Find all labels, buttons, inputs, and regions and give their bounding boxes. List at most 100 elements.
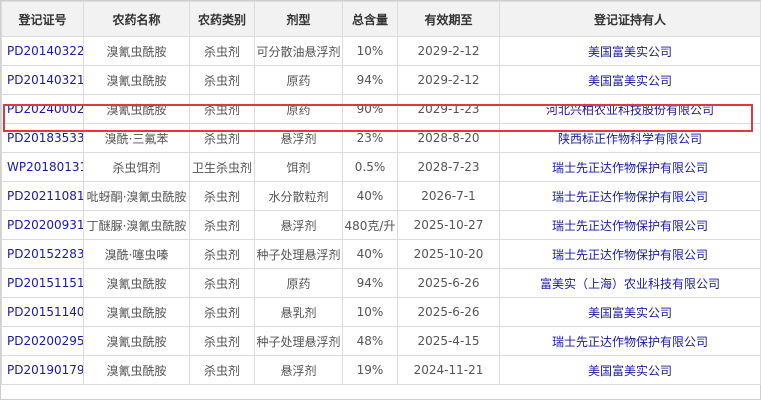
holder-link[interactable]: 美国富美实公司 (588, 364, 672, 378)
table-row-highlighted: PD20240002 溴氰虫酰胺 杀虫剂 原药 90% 2029-1-23 河北兴柏农业科技… (1, 94, 761, 124)
holder-link[interactable]: 瑞士先正达作物保护有限公司 (552, 190, 708, 204)
cell-pesticide-category: 杀虫剂 (189, 326, 255, 356)
registration-number-link[interactable]: WP20180131 (7, 160, 83, 174)
cell-expiry-date: 2029-2-12 (397, 36, 500, 66)
cell-registration-number: PD20152283 (1, 239, 84, 269)
holder-link[interactable]: 瑞士先正达作物保护有限公司 (552, 219, 708, 233)
cell-pesticide-category: 杀虫剂 (189, 355, 255, 385)
registration-number-link[interactable]: PD20200931 (7, 218, 83, 232)
cell-holder: 美国富美实公司 (499, 36, 761, 66)
cell-expiry-date: 2026-7-1 (397, 181, 500, 211)
holder-link[interactable]: 河北兴柏农业科技股份有限公司 (546, 103, 714, 117)
table-row: PD20183533 溴酰·三氟苯 杀虫剂 悬浮剂 23% 2028-8-20 陕西标正作物… (1, 123, 761, 153)
registration-number-link[interactable]: PD20140321 (7, 73, 83, 87)
cell-pesticide-category: 卫生杀虫剂 (189, 152, 255, 182)
cell-pesticide-name: 溴氰虫酰胺 (83, 355, 190, 385)
cell-registration-number: PD20200931 (1, 210, 84, 240)
registration-number-link[interactable]: PD20152283 (7, 247, 83, 261)
cell-holder: 富美实（上海）农业科技有限公司 (499, 268, 761, 298)
registration-number-link[interactable]: PD20140322 (7, 44, 83, 58)
header-expiry-date: 有效期至 (397, 1, 500, 37)
cell-pesticide-category: 杀虫剂 (189, 297, 255, 327)
cell-formulation: 可分散油悬浮剂 (254, 36, 343, 66)
cell-expiry-date: 2029-2-12 (397, 65, 500, 95)
cell-pesticide-category: 杀虫剂 (189, 94, 255, 124)
cell-formulation: 原药 (254, 268, 343, 298)
pesticide-registration-table: 登记证号 农药名称 农药类别 剂型 总含量 有效期至 登记证持有人 PD2014… (1, 1, 761, 385)
cell-formulation: 悬浮剂 (254, 210, 343, 240)
holder-link[interactable]: 美国富美实公司 (588, 45, 672, 59)
cell-pesticide-name: 吡蚜酮·溴氰虫酰胺 (83, 181, 190, 211)
registration-number-link[interactable]: PD20183533 (7, 131, 83, 145)
cell-formulation: 悬浮剂 (254, 355, 343, 385)
table-row: PD20190179 溴氰虫酰胺 杀虫剂 悬浮剂 19% 2024-11-21 美国富美实公… (1, 355, 761, 385)
cell-registration-number: PD20200295 (1, 326, 84, 356)
cell-expiry-date: 2025-6-26 (397, 297, 500, 327)
table-row: PD20151151 溴氰虫酰胺 杀虫剂 原药 94% 2025-6-26 富美实（上海）农… (1, 268, 761, 298)
cell-expiry-date: 2028-7-23 (397, 152, 500, 182)
registration-number-link[interactable]: PD20240002 (7, 102, 83, 116)
cell-registration-number: PD20183533 (1, 123, 84, 153)
cell-pesticide-name: 溴氰虫酰胺 (83, 297, 190, 327)
registration-number-link[interactable]: PD20151140 (7, 305, 83, 319)
cell-expiry-date: 2025-10-27 (397, 210, 500, 240)
holder-link[interactable]: 美国富美实公司 (588, 74, 672, 88)
header-formulation: 剂型 (254, 1, 343, 37)
registration-table-panel: 登记证号 农药名称 农药类别 剂型 总含量 有效期至 登记证持有人 PD2014… (0, 0, 761, 400)
cell-total-content: 10% (342, 36, 398, 66)
holder-link[interactable]: 瑞士先正达作物保护有限公司 (552, 248, 708, 262)
table-row: PD20152283 溴酰·噻虫嗪 杀虫剂 种子处理悬浮剂 40% 2025-10-20 瑞… (1, 239, 761, 269)
cell-pesticide-category: 杀虫剂 (189, 268, 255, 298)
cell-formulation: 原药 (254, 65, 343, 95)
header-registration-number: 登记证号 (1, 1, 84, 37)
holder-link[interactable]: 美国富美实公司 (588, 306, 672, 320)
cell-total-content: 48% (342, 326, 398, 356)
cell-registration-number: PD20151140 (1, 297, 84, 327)
registration-number-link[interactable]: PD20151151 (7, 276, 83, 290)
cell-total-content: 90% (342, 94, 398, 124)
cell-holder: 美国富美实公司 (499, 297, 761, 327)
cell-pesticide-category: 杀虫剂 (189, 123, 255, 153)
cell-registration-number: PD20151151 (1, 268, 84, 298)
cell-registration-number: PD20190179 (1, 355, 84, 385)
cell-pesticide-name: 杀虫饵剂 (83, 152, 190, 182)
cell-pesticide-category: 杀虫剂 (189, 210, 255, 240)
cell-total-content: 0.5% (342, 152, 398, 182)
cell-expiry-date: 2025-6-26 (397, 268, 500, 298)
cell-formulation: 种子处理悬浮剂 (254, 326, 343, 356)
cell-total-content: 40% (342, 181, 398, 211)
cell-pesticide-category: 杀虫剂 (189, 36, 255, 66)
cell-holder: 美国富美实公司 (499, 65, 761, 95)
cell-expiry-date: 2028-8-20 (397, 123, 500, 153)
registration-number-link[interactable]: PD20211081 (7, 189, 83, 203)
cell-holder: 瑞士先正达作物保护有限公司 (499, 326, 761, 356)
cell-pesticide-name: 丁醚脲·溴氰虫酰胺 (83, 210, 190, 240)
table-row: PD20140321 溴氰虫酰胺 杀虫剂 原药 94% 2029-2-12 美国富美实公司 (1, 65, 761, 95)
registration-number-link[interactable]: PD20200295 (7, 334, 83, 348)
holder-link[interactable]: 瑞士先正达作物保护有限公司 (552, 335, 708, 349)
table-row: PD20151140 溴氰虫酰胺 杀虫剂 悬乳剂 10% 2025-6-26 美国富美实公司 (1, 297, 761, 327)
cell-total-content: 19% (342, 355, 398, 385)
cell-pesticide-name: 溴氰虫酰胺 (83, 268, 190, 298)
table-row: WP20180131 杀虫饵剂 卫生杀虫剂 饵剂 0.5% 2028-7-23 瑞士先正达作… (1, 152, 761, 182)
table-header-row: 登记证号 农药名称 农药类别 剂型 总含量 有效期至 登记证持有人 (1, 1, 761, 37)
holder-link[interactable]: 富美实（上海）农业科技有限公司 (540, 277, 720, 291)
header-pesticide-category: 农药类别 (189, 1, 255, 37)
holder-link[interactable]: 陕西标正作物科学有限公司 (558, 132, 702, 146)
cell-pesticide-name: 溴酰·噻虫嗪 (83, 239, 190, 269)
cell-formulation: 种子处理悬浮剂 (254, 239, 343, 269)
cell-formulation: 水分散粒剂 (254, 181, 343, 211)
registration-number-link[interactable]: PD20190179 (7, 363, 83, 377)
cell-holder: 瑞士先正达作物保护有限公司 (499, 181, 761, 211)
cell-holder: 瑞士先正达作物保护有限公司 (499, 152, 761, 182)
cell-total-content: 40% (342, 239, 398, 269)
cell-holder: 瑞士先正达作物保护有限公司 (499, 239, 761, 269)
holder-link[interactable]: 瑞士先正达作物保护有限公司 (552, 161, 708, 175)
cell-pesticide-category: 杀虫剂 (189, 239, 255, 269)
cell-registration-number: PD20140321 (1, 65, 84, 95)
cell-expiry-date: 2025-4-15 (397, 326, 500, 356)
cell-registration-number: WP20180131 (1, 152, 84, 182)
cell-registration-number: PD20240002 (1, 94, 84, 124)
cell-holder: 瑞士先正达作物保护有限公司 (499, 210, 761, 240)
cell-total-content: 480克/升 (342, 210, 398, 240)
